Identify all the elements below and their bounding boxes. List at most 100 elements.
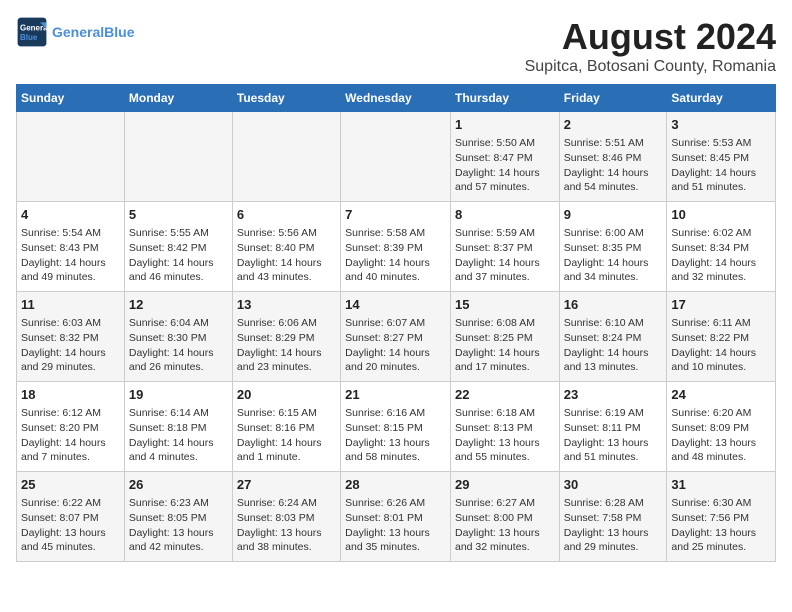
calendar-cell: 11 Sunrise: 6:03 AM Sunset: 8:32 PM Dayli…: [17, 292, 125, 382]
day-number: 27: [237, 476, 336, 494]
calendar-cell: 14Sunrise: 6:07 AM Sunset: 8:27 PM Dayli…: [341, 292, 451, 382]
day-info: Sunrise: 6:26 AM Sunset: 8:01 PM Dayligh…: [345, 496, 446, 555]
day-number: 8: [455, 206, 555, 224]
day-number: 31: [671, 476, 771, 494]
calendar-cell: [17, 112, 125, 202]
header-wednesday: Wednesday: [341, 85, 451, 112]
day-number: 29: [455, 476, 555, 494]
calendar-cell: 9 Sunrise: 6:00 AM Sunset: 8:35 PM Daylig…: [559, 202, 667, 292]
logo-text: GeneralBlue: [52, 24, 134, 41]
header-friday: Friday: [559, 85, 667, 112]
day-number: 28: [345, 476, 446, 494]
header-monday: Monday: [124, 85, 232, 112]
day-info: Sunrise: 6:03 AM Sunset: 8:32 PM Dayligh…: [21, 316, 120, 375]
day-info: Sunrise: 6:02 AM Sunset: 8:34 PM Dayligh…: [671, 226, 771, 285]
calendar-cell: 24 Sunrise: 6:20 AM Sunset: 8:09 PM Dayli…: [667, 382, 776, 472]
calendar-cell: 13 Sunrise: 6:06 AM Sunset: 8:29 PM Dayli…: [232, 292, 340, 382]
day-number: 16: [564, 296, 663, 314]
day-info: Sunrise: 6:19 AM Sunset: 8:11 PM Dayligh…: [564, 406, 663, 465]
day-number: 30: [564, 476, 663, 494]
day-info: Sunrise: 6:00 AM Sunset: 8:35 PM Dayligh…: [564, 226, 663, 285]
day-number: 3: [671, 116, 771, 134]
calendar-cell: 3 Sunrise: 5:53 AM Sunset: 8:45 PM Daylig…: [667, 112, 776, 202]
week-row-2: 4 Sunrise: 5:54 AM Sunset: 8:43 PM Daylig…: [17, 202, 776, 292]
day-number: 1: [455, 116, 555, 134]
calendar-cell: 16 Sunrise: 6:10 AM Sunset: 8:24 PM Dayli…: [559, 292, 667, 382]
subtitle: Supitca, Botosani County, Romania: [525, 58, 776, 76]
day-info: Sunrise: 6:06 AM Sunset: 8:29 PM Dayligh…: [237, 316, 336, 375]
day-info: Sunrise: 6:14 AM Sunset: 8:18 PM Dayligh…: [129, 406, 228, 465]
day-number: 25: [21, 476, 120, 494]
day-info: Sunrise: 5:59 AM Sunset: 8:37 PM Dayligh…: [455, 226, 555, 285]
calendar-cell: 12 Sunrise: 6:04 AM Sunset: 8:30 PM Dayli…: [124, 292, 232, 382]
calendar-cell: 28 Sunrise: 6:26 AM Sunset: 8:01 PM Dayli…: [341, 472, 451, 562]
main-title: August 2024: [525, 16, 776, 58]
day-number: 11: [21, 296, 120, 314]
calendar-cell: 6Sunrise: 5:56 AM Sunset: 8:40 PM Daylig…: [232, 202, 340, 292]
day-number: 22: [455, 386, 555, 404]
day-info: Sunrise: 6:16 AM Sunset: 8:15 PM Dayligh…: [345, 406, 446, 465]
day-info: Sunrise: 6:10 AM Sunset: 8:24 PM Dayligh…: [564, 316, 663, 375]
calendar-cell: 31 Sunrise: 6:30 AM Sunset: 7:56 PM Dayli…: [667, 472, 776, 562]
calendar-cell: 21 Sunrise: 6:16 AM Sunset: 8:15 PM Dayli…: [341, 382, 451, 472]
day-info: Sunrise: 6:27 AM Sunset: 8:00 PM Dayligh…: [455, 496, 555, 555]
calendar-cell: 8 Sunrise: 5:59 AM Sunset: 8:37 PM Daylig…: [450, 202, 559, 292]
header-tuesday: Tuesday: [232, 85, 340, 112]
calendar-cell: 20 Sunrise: 6:15 AM Sunset: 8:16 PM Dayli…: [232, 382, 340, 472]
day-info: Sunrise: 5:53 AM Sunset: 8:45 PM Dayligh…: [671, 136, 771, 195]
day-number: 13: [237, 296, 336, 314]
title-area: August 2024 Supitca, Botosani County, Ro…: [525, 16, 776, 76]
day-info: Sunrise: 6:24 AM Sunset: 8:03 PM Dayligh…: [237, 496, 336, 555]
calendar-cell: 29 Sunrise: 6:27 AM Sunset: 8:00 PM Dayli…: [450, 472, 559, 562]
day-info: Sunrise: 6:11 AM Sunset: 8:22 PM Dayligh…: [671, 316, 771, 375]
day-number: 26: [129, 476, 228, 494]
week-row-3: 11 Sunrise: 6:03 AM Sunset: 8:32 PM Dayli…: [17, 292, 776, 382]
page-header: General Blue GeneralBlue August 2024 Sup…: [16, 16, 776, 76]
day-info: Sunrise: 5:54 AM Sunset: 8:43 PM Dayligh…: [21, 226, 120, 285]
day-info: Sunrise: 6:18 AM Sunset: 8:13 PM Dayligh…: [455, 406, 555, 465]
header-sunday: Sunday: [17, 85, 125, 112]
day-info: Sunrise: 6:30 AM Sunset: 7:56 PM Dayligh…: [671, 496, 771, 555]
calendar-cell: 10 Sunrise: 6:02 AM Sunset: 8:34 PM Dayli…: [667, 202, 776, 292]
day-number: 17: [671, 296, 771, 314]
day-info: Sunrise: 6:22 AM Sunset: 8:07 PM Dayligh…: [21, 496, 120, 555]
day-number: 21: [345, 386, 446, 404]
calendar-cell: 15Sunrise: 6:08 AM Sunset: 8:25 PM Dayli…: [450, 292, 559, 382]
week-row-1: 1Sunrise: 5:50 AM Sunset: 8:47 PM Daylig…: [17, 112, 776, 202]
logo-icon: General Blue: [16, 16, 48, 48]
calendar-cell: 26 Sunrise: 6:23 AM Sunset: 8:05 PM Dayli…: [124, 472, 232, 562]
calendar-cell: 4 Sunrise: 5:54 AM Sunset: 8:43 PM Daylig…: [17, 202, 125, 292]
calendar-cell: 30 Sunrise: 6:28 AM Sunset: 7:58 PM Dayli…: [559, 472, 667, 562]
day-number: 4: [21, 206, 120, 224]
day-number: 5: [129, 206, 228, 224]
day-number: 19: [129, 386, 228, 404]
week-row-5: 25 Sunrise: 6:22 AM Sunset: 8:07 PM Dayli…: [17, 472, 776, 562]
day-number: 24: [671, 386, 771, 404]
calendar-cell: 7 Sunrise: 5:58 AM Sunset: 8:39 PM Daylig…: [341, 202, 451, 292]
day-info: Sunrise: 5:58 AM Sunset: 8:39 PM Dayligh…: [345, 226, 446, 285]
day-number: 9: [564, 206, 663, 224]
day-info: Sunrise: 6:04 AM Sunset: 8:30 PM Dayligh…: [129, 316, 228, 375]
day-number: 14: [345, 296, 446, 314]
day-info: Sunrise: 6:23 AM Sunset: 8:05 PM Dayligh…: [129, 496, 228, 555]
day-info: Sunrise: 6:28 AM Sunset: 7:58 PM Dayligh…: [564, 496, 663, 555]
day-number: 18: [21, 386, 120, 404]
calendar-cell: 18 Sunrise: 6:12 AM Sunset: 8:20 PM Dayli…: [17, 382, 125, 472]
day-number: 7: [345, 206, 446, 224]
day-info: Sunrise: 6:15 AM Sunset: 8:16 PM Dayligh…: [237, 406, 336, 465]
day-info: Sunrise: 5:56 AM Sunset: 8:40 PM Dayligh…: [237, 226, 336, 285]
header-thursday: Thursday: [450, 85, 559, 112]
calendar-cell: 22 Sunrise: 6:18 AM Sunset: 8:13 PM Dayli…: [450, 382, 559, 472]
calendar-cell: 27 Sunrise: 6:24 AM Sunset: 8:03 PM Dayli…: [232, 472, 340, 562]
day-number: 20: [237, 386, 336, 404]
header-row: SundayMondayTuesdayWednesdayThursdayFrid…: [17, 85, 776, 112]
calendar-cell: 17 Sunrise: 6:11 AM Sunset: 8:22 PM Dayli…: [667, 292, 776, 382]
day-info: Sunrise: 6:20 AM Sunset: 8:09 PM Dayligh…: [671, 406, 771, 465]
day-number: 2: [564, 116, 663, 134]
day-info: Sunrise: 6:12 AM Sunset: 8:20 PM Dayligh…: [21, 406, 120, 465]
header-saturday: Saturday: [667, 85, 776, 112]
day-number: 23: [564, 386, 663, 404]
day-number: 10: [671, 206, 771, 224]
day-number: 12: [129, 296, 228, 314]
logo: General Blue GeneralBlue: [16, 16, 134, 48]
